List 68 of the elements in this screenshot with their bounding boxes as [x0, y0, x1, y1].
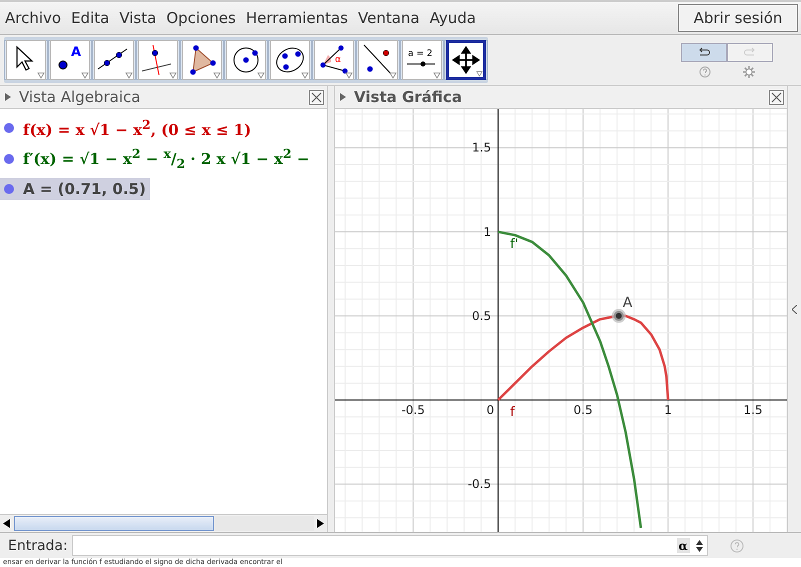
- menu-item[interactable]: Herramientas: [240, 9, 353, 27]
- circle-icon: [234, 48, 258, 72]
- tool-button[interactable]: α: [312, 40, 356, 80]
- scroll-left-icon[interactable]: [3, 519, 10, 528]
- axis-tick-label: 1.5: [472, 140, 492, 155]
- symbol-button[interactable]: α: [676, 538, 690, 553]
- input-field[interactable]: α: [72, 535, 708, 556]
- selected-row[interactable]: A = (0.71, 0.5): [0, 178, 150, 200]
- axis-tick-label: 1: [484, 224, 492, 239]
- undo-button[interactable]: [681, 42, 727, 62]
- curve-label: f': [510, 236, 518, 252]
- menu-item[interactable]: Ventana: [353, 9, 425, 27]
- tool-button[interactable]: [444, 40, 488, 80]
- formula[interactable]: f(x) = x √1 − x$^{2}$, (0 ≤ x ≤ 1): [23, 116, 252, 138]
- tool-button[interactable]: [136, 40, 180, 80]
- axis-tick-label: 1: [664, 403, 672, 418]
- function-curve[interactable]: [498, 230, 642, 528]
- formula[interactable]: f′(x) = √1 − x$^{2}$ − $^{x}$/$_{2}$ · 2 x √1 − x$^{2}$ −: [23, 146, 310, 171]
- scroll-thumb[interactable]: [14, 516, 214, 531]
- collapse-icon[interactable]: [5, 93, 11, 101]
- point-label: A: [622, 294, 632, 311]
- input-label: Entrada:: [8, 538, 68, 554]
- menu-item[interactable]: Opciones: [161, 9, 241, 27]
- panel-title: Vista Gráfica: [354, 88, 463, 106]
- point-marker[interactable]: [612, 308, 626, 323]
- formula[interactable]: A = (0.71, 0.5): [23, 180, 146, 198]
- expand-icon[interactable]: [792, 304, 798, 314]
- triangle-icon: [190, 45, 216, 75]
- scrollbar[interactable]: [0, 514, 328, 532]
- menu-item[interactable]: Vista: [114, 9, 162, 27]
- origin-label: 0: [486, 403, 494, 418]
- redo-icon: [743, 47, 757, 57]
- collapse-icon[interactable]: [340, 93, 346, 101]
- axis-tick-label: -0.5: [468, 477, 492, 492]
- ellipse-icon: [276, 48, 304, 72]
- panel-title: Vista Algebraica: [19, 88, 142, 106]
- undo-icon: [697, 47, 711, 57]
- close-icon[interactable]: [769, 90, 784, 104]
- visibility-dot[interactable]: [4, 154, 14, 164]
- pointer-icon: [16, 46, 34, 71]
- move-icon: [452, 46, 480, 74]
- spinner-icon[interactable]: [696, 540, 703, 552]
- axis-tick-label: 1.5: [744, 403, 763, 418]
- tool-button[interactable]: [4, 40, 48, 80]
- menu-item[interactable]: Edita: [66, 9, 114, 27]
- login-button[interactable]: Abrir sesión: [678, 4, 798, 32]
- settings-icon[interactable]: [743, 66, 755, 78]
- close-icon[interactable]: [309, 90, 324, 104]
- curve-label: f: [510, 405, 515, 420]
- tool-button[interactable]: A: [48, 40, 92, 80]
- reflection-icon: [364, 44, 392, 76]
- tool-button[interactable]: [268, 40, 312, 80]
- tool-button[interactable]: [224, 40, 268, 80]
- axis-tick-label: 0.5: [574, 403, 593, 418]
- axis-tick-label: -0.5: [402, 403, 425, 418]
- visibility-dot[interactable]: [4, 122, 14, 132]
- perpendicular-line-icon: [142, 44, 172, 76]
- menu-item[interactable]: Ayuda: [424, 9, 481, 27]
- visibility-dot[interactable]: [4, 184, 14, 194]
- function-curve[interactable]: [497, 314, 670, 401]
- tool-button[interactable]: a = 2: [400, 40, 444, 80]
- axis-tick-label: 0.5: [472, 308, 492, 323]
- tool-button[interactable]: [356, 40, 400, 80]
- menu-item[interactable]: Archivo: [0, 9, 66, 27]
- tool-button[interactable]: [180, 40, 224, 80]
- scroll-right-icon[interactable]: [317, 519, 324, 528]
- line-icon: [98, 48, 128, 70]
- tool-button[interactable]: [92, 40, 136, 80]
